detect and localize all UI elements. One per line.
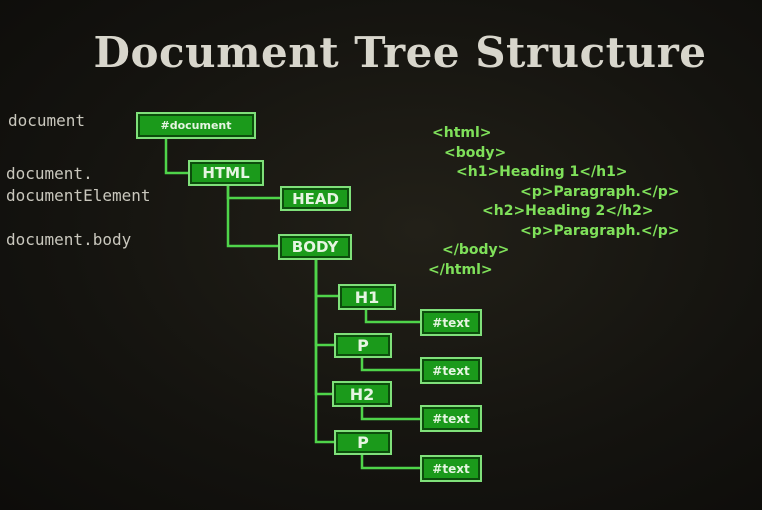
node-h2: H2 xyxy=(332,381,392,407)
node-h1: H1 xyxy=(338,284,396,310)
node-text-1: #text xyxy=(420,309,482,336)
node-document: #document xyxy=(136,112,256,139)
markup-line-html-open: <html> xyxy=(432,125,492,141)
connector-h1-text xyxy=(364,309,420,324)
connector-body-h1 xyxy=(314,260,338,298)
connector-p1-text xyxy=(360,358,420,372)
node-html: HTML xyxy=(188,160,264,186)
markup-line-h2: <h2>Heading 2</h2> xyxy=(482,203,654,219)
connector-body-p1 xyxy=(314,260,334,347)
markup-line-h1: <h1>Heading 1</h1> xyxy=(456,164,628,180)
node-body: BODY xyxy=(278,234,352,260)
markup-line-html-close: </html> xyxy=(428,261,493,278)
node-text-3: #text xyxy=(420,405,482,432)
connector-h2-text xyxy=(360,407,420,421)
connector-body-p2 xyxy=(314,260,334,444)
connector-body-h2 xyxy=(314,260,332,396)
node-text-2: #text xyxy=(420,357,482,384)
markup-line-body-open: <body> xyxy=(444,144,507,161)
markup-line-p2: <p>Paragraph.</p> xyxy=(520,222,680,239)
node-p2: P xyxy=(334,430,392,455)
connector-document-html xyxy=(164,139,188,175)
node-head: HEAD xyxy=(280,186,351,211)
connector-p2-text xyxy=(360,455,420,470)
markup-line-p1: <p>Paragraph.</p> xyxy=(520,183,680,200)
node-text-4: #text xyxy=(420,455,482,482)
markup-line-body-close: </body> xyxy=(442,242,510,258)
connector-html-head xyxy=(226,186,280,200)
node-p1: P xyxy=(334,333,392,358)
html-markup-listing: <html> <body> <h1>Heading 1</h1> <p>Para… xyxy=(428,124,680,280)
connector-html-body xyxy=(226,186,278,248)
